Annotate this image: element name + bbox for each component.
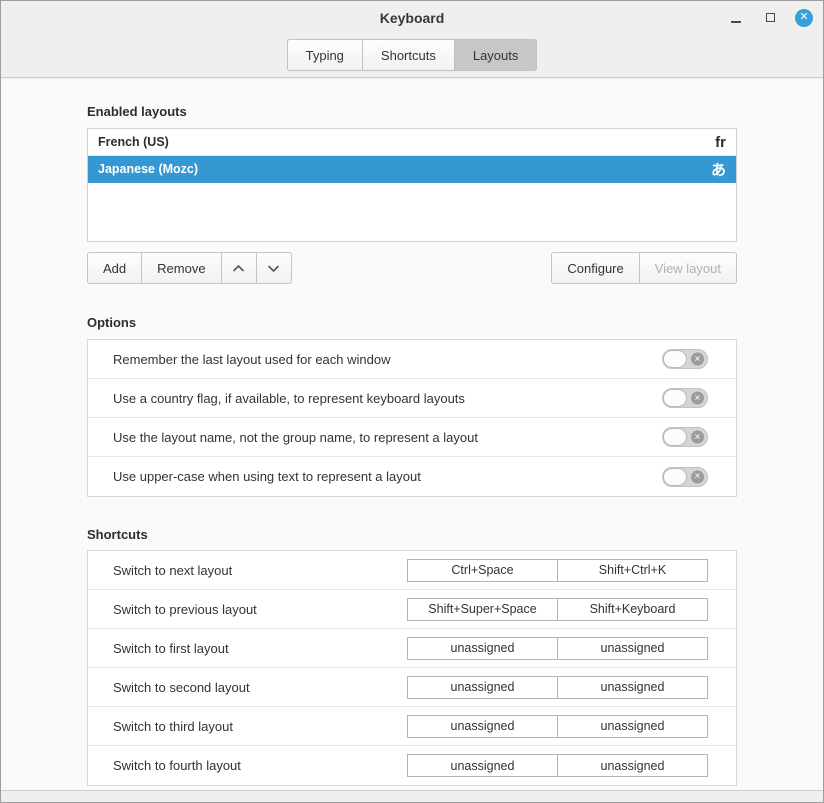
layout-row-french[interactable]: French (US) fr (88, 129, 736, 156)
chevron-down-icon (267, 264, 280, 273)
binding-cell-2[interactable]: unassigned (557, 637, 708, 660)
shortcut-row-first-layout: Switch to first layout unassigned unassi… (88, 629, 736, 668)
shortcut-label: Switch to fourth layout (113, 758, 407, 773)
layout-name: French (US) (98, 135, 715, 149)
options-heading: Options (87, 315, 737, 330)
option-label: Use upper-case when using text to repres… (113, 469, 662, 484)
minimize-icon (731, 21, 741, 23)
binding-cell-1[interactable]: Ctrl+Space (407, 559, 558, 582)
move-layout-up-button[interactable] (221, 252, 257, 284)
tab-shortcuts[interactable]: Shortcuts (362, 39, 455, 71)
tab-bar: Typing Shortcuts Layouts (1, 39, 823, 71)
layout-config-buttons: Configure View layout (551, 252, 737, 284)
binding-cells: unassigned unassigned (407, 715, 708, 738)
layout-edit-buttons: Add Remove (87, 252, 292, 284)
toggle-upper-case[interactable]: ✕ (662, 467, 708, 487)
tab-typing[interactable]: Typing (287, 39, 363, 71)
move-layout-down-button[interactable] (256, 252, 292, 284)
shortcut-label: Switch to second layout (113, 680, 407, 695)
options-list: Remember the last layout used for each w… (87, 339, 737, 497)
toggle-country-flag[interactable]: ✕ (662, 388, 708, 408)
binding-cell-2[interactable]: unassigned (557, 754, 708, 777)
tab-layouts[interactable]: Layouts (454, 39, 538, 71)
configure-button[interactable]: Configure (551, 252, 639, 284)
shortcut-label: Switch to third layout (113, 719, 407, 734)
close-button[interactable]: ✕ (795, 9, 813, 27)
layout-indicator-badge: あ (711, 159, 726, 180)
option-row-upper-case: Use upper-case when using text to repres… (88, 457, 736, 496)
window-header: Keyboard ✕ Typing Shortcuts Layouts (1, 1, 823, 78)
option-label: Remember the last layout used for each w… (113, 352, 662, 367)
layout-name: Japanese (Mozc) (98, 162, 711, 176)
enabled-layouts-list: French (US) fr Japanese (Mozc) あ (87, 128, 737, 242)
option-label: Use a country flag, if available, to rep… (113, 391, 662, 406)
toggle-off-icon: ✕ (691, 353, 704, 366)
toggle-knob (663, 468, 687, 486)
window-bottom-edge (1, 790, 823, 802)
maximize-button[interactable] (761, 9, 779, 27)
toggle-off-icon: ✕ (691, 470, 704, 483)
titlebar[interactable]: Keyboard ✕ (1, 1, 823, 34)
option-row-remember-layout: Remember the last layout used for each w… (88, 340, 736, 379)
binding-cell-1[interactable]: unassigned (407, 637, 558, 660)
view-layout-button[interactable]: View layout (639, 252, 737, 284)
shortcut-row-third-layout: Switch to third layout unassigned unassi… (88, 707, 736, 746)
add-layout-button[interactable]: Add (87, 252, 142, 284)
option-row-country-flag: Use a country flag, if available, to rep… (88, 379, 736, 418)
window-title: Keyboard (1, 10, 823, 26)
toggle-knob (663, 389, 687, 407)
window-controls: ✕ (727, 1, 813, 34)
minimize-button[interactable] (727, 9, 745, 27)
toggle-off-icon: ✕ (691, 431, 704, 444)
shortcuts-table: Switch to next layout Ctrl+Space Shift+C… (87, 550, 737, 786)
toggle-knob (663, 428, 687, 446)
shortcut-row-previous-layout: Switch to previous layout Shift+Super+Sp… (88, 590, 736, 629)
chevron-up-icon (232, 264, 245, 273)
enabled-layouts-heading: Enabled layouts (87, 104, 737, 119)
binding-cell-2[interactable]: unassigned (557, 715, 708, 738)
toggle-off-icon: ✕ (691, 392, 704, 405)
binding-cell-1[interactable]: unassigned (407, 676, 558, 699)
binding-cell-1[interactable]: Shift+Super+Space (407, 598, 558, 621)
close-icon: ✕ (795, 9, 813, 27)
binding-cells: Shift+Super+Space Shift+Keyboard (407, 598, 708, 621)
layout-actions: Add Remove Configure View layout (87, 252, 737, 284)
maximize-icon (766, 13, 775, 22)
option-row-layout-name: Use the layout name, not the group name,… (88, 418, 736, 457)
binding-cell-1[interactable]: unassigned (407, 715, 558, 738)
binding-cell-2[interactable]: Shift+Keyboard (557, 598, 708, 621)
layout-row-japanese[interactable]: Japanese (Mozc) あ (88, 156, 736, 183)
binding-cells: unassigned unassigned (407, 637, 708, 660)
binding-cell-2[interactable]: Shift+Ctrl+K (557, 559, 708, 582)
content-area: Enabled layouts French (US) fr Japanese … (1, 79, 823, 790)
shortcut-label: Switch to previous layout (113, 602, 407, 617)
toggle-remember-layout[interactable]: ✕ (662, 349, 708, 369)
shortcut-row-next-layout: Switch to next layout Ctrl+Space Shift+C… (88, 551, 736, 590)
binding-cells: Ctrl+Space Shift+Ctrl+K (407, 559, 708, 582)
binding-cells: unassigned unassigned (407, 754, 708, 777)
binding-cells: unassigned unassigned (407, 676, 708, 699)
shortcut-label: Switch to next layout (113, 563, 407, 578)
binding-cell-2[interactable]: unassigned (557, 676, 708, 699)
binding-cell-1[interactable]: unassigned (407, 754, 558, 777)
shortcut-row-fourth-layout: Switch to fourth layout unassigned unass… (88, 746, 736, 785)
option-label: Use the layout name, not the group name,… (113, 430, 662, 445)
toggle-layout-name[interactable]: ✕ (662, 427, 708, 447)
shortcut-row-second-layout: Switch to second layout unassigned unass… (88, 668, 736, 707)
remove-layout-button[interactable]: Remove (141, 252, 221, 284)
toggle-knob (663, 350, 687, 368)
shortcut-label: Switch to first layout (113, 641, 407, 656)
shortcuts-heading: Shortcuts (87, 527, 737, 542)
layout-indicator-badge: fr (715, 134, 726, 151)
